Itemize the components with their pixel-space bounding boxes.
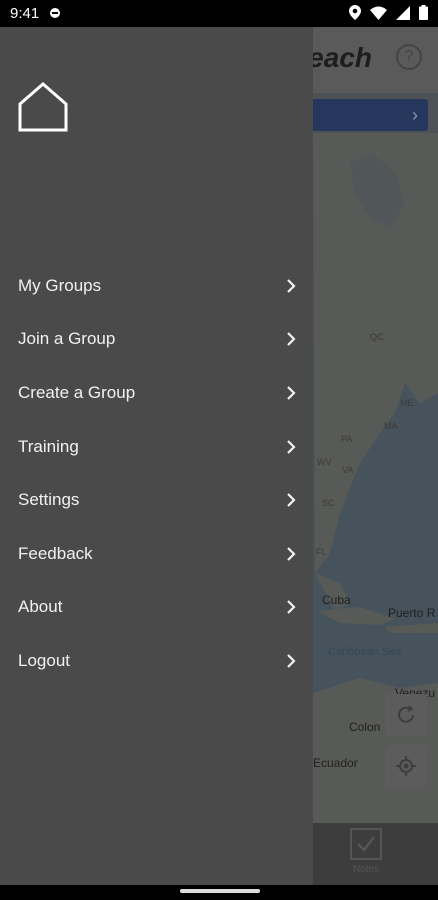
map-label-fl: FL xyxy=(316,547,327,557)
refresh-button[interactable] xyxy=(385,694,427,736)
chevron-right-icon xyxy=(287,493,296,507)
map-label-puerto-rico: Puerto R xyxy=(388,606,436,620)
chevron-right-icon xyxy=(287,600,296,615)
menu-item-create-group[interactable]: Create a Group xyxy=(0,366,313,420)
chevron-right-icon xyxy=(287,654,296,668)
menu-item-label: Join a Group xyxy=(18,329,116,349)
navigation-drawer: My Groups Join a Group Create a Group Tr… xyxy=(0,27,313,885)
signal-icon xyxy=(396,5,410,20)
status-bar: 9:41 xyxy=(0,0,438,27)
home-gesture-handle[interactable] xyxy=(180,889,260,893)
chevron-right-icon xyxy=(287,279,296,293)
menu-item-logout[interactable]: Logout xyxy=(0,634,313,688)
map-label-me: ME xyxy=(400,398,414,408)
my-location-button[interactable] xyxy=(385,745,427,787)
menu-item-about[interactable]: About xyxy=(0,581,313,635)
chevron-right-icon: › xyxy=(412,105,418,125)
menu-item-label: Settings xyxy=(18,490,80,510)
chevron-right-icon xyxy=(287,386,296,400)
menu-item-training[interactable]: Training xyxy=(0,420,313,474)
chevron-right-icon xyxy=(287,439,296,454)
drawer-menu: My Groups Join a Group Create a Group Tr… xyxy=(0,259,313,688)
menu-item-feedback[interactable]: Feedback xyxy=(0,527,313,581)
battery-icon xyxy=(419,5,428,20)
wifi-icon xyxy=(370,6,387,20)
map-label-ma: MA xyxy=(384,421,398,431)
map-label-cuba: Cuba xyxy=(322,593,351,607)
menu-item-label: Training xyxy=(18,436,79,456)
chevron-right-icon xyxy=(287,546,296,561)
checkbox-icon xyxy=(350,828,382,860)
tab-notes-label: Notes xyxy=(352,864,380,875)
home-icon[interactable] xyxy=(18,82,68,132)
menu-item-my-groups[interactable]: My Groups xyxy=(0,259,313,313)
menu-item-label: My Groups xyxy=(18,275,102,295)
crosshair-icon xyxy=(396,756,416,776)
map-label-wv: WV xyxy=(317,457,332,467)
app-title: each xyxy=(308,42,372,73)
status-icons xyxy=(349,5,428,20)
system-nav-bar xyxy=(0,885,438,900)
chevron-right-icon xyxy=(287,332,296,347)
menu-item-label: Logout xyxy=(18,650,70,670)
tab-notes[interactable]: Notes xyxy=(348,828,384,875)
status-time: 9:41 xyxy=(10,5,40,22)
refresh-icon xyxy=(398,705,414,723)
map-label-colombia: Colon xyxy=(349,720,380,734)
map-label-caribbean-sea: Caribbean Sea xyxy=(328,646,402,658)
menu-item-label: About xyxy=(18,597,63,617)
map-label-sc: SC xyxy=(322,498,335,508)
location-icon xyxy=(349,5,361,20)
group-banner[interactable]: › xyxy=(300,99,428,131)
menu-item-label: Feedback xyxy=(18,543,93,563)
menu-item-settings[interactable]: Settings xyxy=(0,473,313,527)
menu-item-join-group[interactable]: Join a Group xyxy=(0,313,313,367)
menu-item-label: Create a Group xyxy=(18,382,136,402)
notification-icon xyxy=(50,8,60,18)
map-label-pa: PA xyxy=(341,434,352,444)
map-label-va: VA xyxy=(342,465,353,475)
map-label-qc: QC xyxy=(370,332,384,342)
question-circle-icon[interactable]: ? xyxy=(396,44,422,70)
map-label-ecuador: Ecuador xyxy=(313,756,358,770)
